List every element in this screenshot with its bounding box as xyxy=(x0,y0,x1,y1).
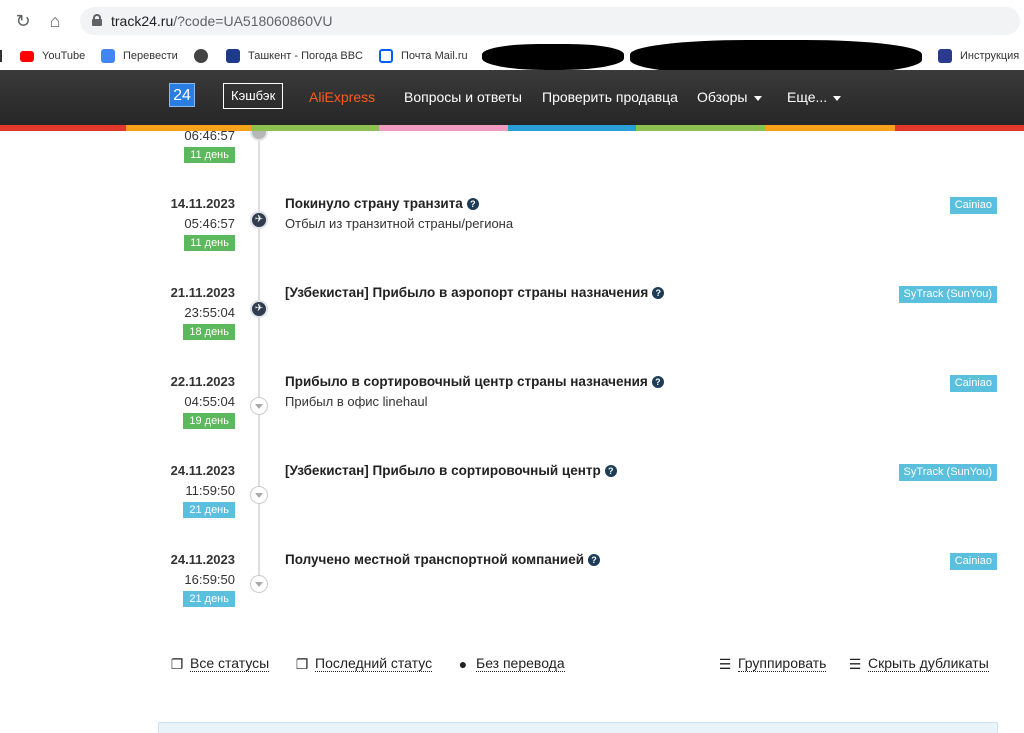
stripe-segment xyxy=(379,125,508,131)
stripe-segment xyxy=(251,125,379,131)
chevron-down-icon xyxy=(753,95,762,101)
all-statuses-link[interactable]: ❐ Все статусы xyxy=(168,655,270,672)
stripe-segment xyxy=(0,125,126,131)
bookmark-youtube[interactable]: YouTube xyxy=(20,46,85,66)
event-day-badge: 18 день xyxy=(183,324,235,340)
copy-icon: ❐ xyxy=(295,655,309,672)
timeline-dot xyxy=(250,575,268,593)
tracking-event: 24.11.2023 11:59:50 21 день [Узбекистан] Пр… xyxy=(0,463,1024,533)
tracking-event: 21.11.2023 23:55:04 18 день ✈ [Узбекистан] П… xyxy=(0,285,1024,355)
outdent-icon: ☰ xyxy=(848,655,862,672)
bookmark-separator xyxy=(0,46,2,66)
no-translation-link[interactable]: ● Без перевода xyxy=(454,655,565,672)
event-day-badge: 21 день xyxy=(183,591,235,607)
instruction-icon xyxy=(938,49,952,63)
source-badge: SyTrack (SunYou) xyxy=(898,464,997,481)
mail-icon xyxy=(379,49,393,63)
lock-icon xyxy=(92,14,102,26)
event-date: 14.11.2023 xyxy=(170,196,235,211)
help-icon[interactable]: ? xyxy=(604,465,617,477)
stripe-segment xyxy=(126,125,251,131)
address-bar[interactable]: track24.ru/?code=UA518060860VU xyxy=(80,7,1020,35)
bookmark-translate[interactable]: Перевести xyxy=(101,46,178,66)
bookmark-mail[interactable]: Почта Mail.ru xyxy=(379,46,468,66)
bookmark-instruction[interactable]: Инструкция xyxy=(938,46,1019,66)
timeline-dot xyxy=(250,486,268,504)
event-title: Покинуло страну транзита? xyxy=(285,196,479,211)
event-day-badge: 21 день xyxy=(183,502,235,518)
plane-icon: ✈ xyxy=(254,303,264,314)
plane-icon: ✈ xyxy=(254,214,264,225)
help-icon[interactable]: ? xyxy=(588,554,601,566)
help-icon[interactable]: ? xyxy=(651,376,664,388)
event-date: 24.11.2023 xyxy=(170,552,235,567)
event-title: Прибыло в сортировочный центр страны наз… xyxy=(285,374,664,389)
event-description: Прибыл в офис linehaul xyxy=(285,394,428,409)
event-title: [Узбекистан] Прибыло в сортировочный цен… xyxy=(285,463,617,478)
cashback-button[interactable]: Кэшбэк xyxy=(223,83,284,109)
event-day-badge: 11 день xyxy=(184,235,235,251)
nav-aliexpress[interactable]: AliExpress xyxy=(309,89,375,105)
reload-icon[interactable]: ↻ xyxy=(12,10,34,32)
browser-toolbar: ↻ ⌂ track24.ru/?code=UA518060860VU xyxy=(0,0,1024,42)
stripe-segment xyxy=(508,125,636,131)
list-icon: ☰ xyxy=(718,655,732,672)
event-date: 22.11.2023 xyxy=(170,374,235,389)
source-badge: Cainiao xyxy=(949,197,997,214)
timeline-dot: ✈ xyxy=(250,211,268,229)
event-time: 05:46:57 xyxy=(184,216,235,231)
chevron-down-icon xyxy=(255,404,263,409)
redaction-mark xyxy=(482,44,624,70)
globe-icon xyxy=(194,49,208,63)
site-header: 24 Кэшбэк AliExpress Вопросы и ответы Пр… xyxy=(0,70,1024,125)
hide-duplicates-link[interactable]: ☰ Скрыть дубликаты xyxy=(846,655,989,672)
header-color-stripe xyxy=(0,125,1024,131)
help-icon[interactable]: ? xyxy=(466,198,479,210)
chevron-down-icon xyxy=(833,95,842,101)
globe-icon: ● xyxy=(458,655,468,672)
event-date: 24.11.2023 xyxy=(170,463,235,478)
group-link[interactable]: ☰ Группировать xyxy=(716,655,827,672)
youtube-icon xyxy=(20,50,34,62)
tracking-event: 24.11.2023 16:59:50 21 день Получено местно… xyxy=(0,552,1024,622)
event-day-badge: 11 день xyxy=(184,147,235,163)
nav-reviews[interactable]: Обзоры xyxy=(697,89,762,105)
event-time: 16:59:50 xyxy=(184,572,235,587)
site-logo[interactable]: 24 xyxy=(169,83,195,107)
timeline-dot xyxy=(250,397,268,415)
weather-icon xyxy=(226,49,240,63)
source-badge: Cainiao xyxy=(949,375,997,392)
event-day-badge: 19 день xyxy=(183,413,235,429)
tracking-event: 14.11.2023 05:46:57 11 день ✈ Покинуло стран… xyxy=(0,196,1024,266)
event-time: 04:55:04 xyxy=(184,394,235,409)
info-panel xyxy=(158,722,998,733)
tracking-event: 22.11.2023 04:55:04 19 день Прибыло в сорти… xyxy=(0,374,1024,444)
nav-check-seller[interactable]: Проверить продавца xyxy=(542,89,678,105)
event-date: 21.11.2023 xyxy=(170,285,235,300)
translate-icon xyxy=(101,49,115,63)
timeline-dot: ✈ xyxy=(250,300,268,318)
chevron-down-icon xyxy=(255,493,263,498)
copy-icon: ❐ xyxy=(170,655,184,672)
source-badge: Cainiao xyxy=(949,553,997,570)
event-title: Получено местной транспортной компанией? xyxy=(285,552,601,567)
nav-more[interactable]: Еще... xyxy=(787,89,842,105)
stripe-segment xyxy=(765,125,895,131)
event-time: 23:55:04 xyxy=(184,305,235,320)
stripe-segment xyxy=(895,125,1024,131)
bookmark-globe[interactable] xyxy=(194,46,216,66)
event-description: Отбыл из транзитной страны/региона xyxy=(285,216,514,231)
stripe-segment xyxy=(636,125,765,131)
bookmark-weather[interactable]: Ташкент - Погода BBC xyxy=(226,46,363,66)
help-icon[interactable]: ? xyxy=(652,287,665,299)
source-badge: SyTrack (SunYou) xyxy=(898,286,997,303)
event-time: 11:59:50 xyxy=(185,483,235,498)
home-icon[interactable]: ⌂ xyxy=(44,10,66,32)
url-text[interactable]: track24.ru/?code=UA518060860VU xyxy=(111,13,332,29)
nav-faq[interactable]: Вопросы и ответы xyxy=(404,89,522,105)
event-title: [Узбекистан] Прибыло в аэропорт страны н… xyxy=(285,285,665,300)
chevron-down-icon xyxy=(255,582,263,587)
last-status-link[interactable]: ❐ Последний статус xyxy=(293,655,433,672)
